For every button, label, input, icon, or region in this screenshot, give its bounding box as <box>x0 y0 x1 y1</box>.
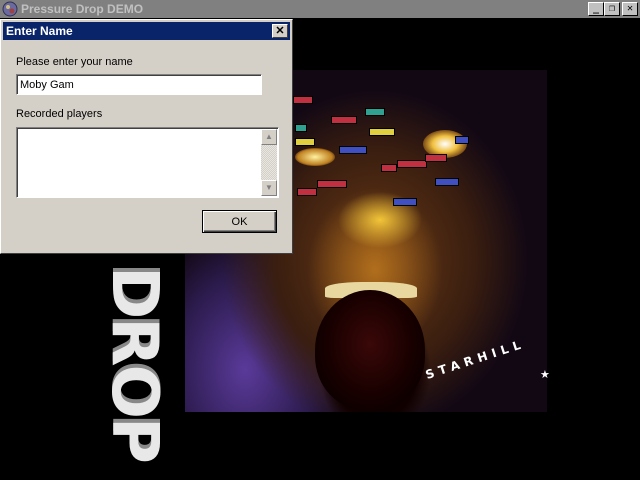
brick <box>393 198 417 206</box>
brick <box>397 160 427 168</box>
art-mouth <box>315 290 425 410</box>
scroll-up-button[interactable]: ▲ <box>261 129 277 145</box>
recorded-players-label: Recorded players <box>16 108 103 120</box>
close-window-button[interactable]: ✕ <box>622 2 638 16</box>
restore-icon: ❐ <box>608 3 616 14</box>
brick <box>339 146 367 154</box>
dialog-titlebar[interactable]: Enter Name ✕ <box>3 22 290 40</box>
close-icon: ✕ <box>626 3 634 14</box>
brick <box>331 116 357 124</box>
brick <box>317 180 347 188</box>
main-window-title: Pressure Drop DEMO <box>21 2 144 16</box>
brick <box>295 124 307 132</box>
brick <box>425 154 447 162</box>
brick <box>455 136 469 144</box>
players-scrollbar[interactable]: ▲ ▼ <box>261 129 277 196</box>
brick <box>295 138 315 146</box>
scroll-down-button[interactable]: ▼ <box>261 180 277 196</box>
enter-name-dialog: Enter Name ✕ Please enter your name Reco… <box>0 19 293 254</box>
vertical-title-text: E DROP <box>97 204 171 462</box>
brick <box>435 178 459 186</box>
brick <box>381 164 397 172</box>
art-left-eye <box>295 148 335 166</box>
arrow-down-icon: ▼ <box>265 183 273 192</box>
name-prompt-label: Please enter your name <box>16 56 133 68</box>
star-icon: ★ <box>540 369 550 381</box>
brick <box>293 96 313 104</box>
close-icon: ✕ <box>275 24 285 37</box>
minimize-button[interactable]: _ <box>588 2 604 16</box>
restore-button[interactable]: ❐ <box>604 2 620 16</box>
arrow-up-icon: ▲ <box>265 132 273 141</box>
game-app-icon[interactable] <box>2 1 18 17</box>
brick <box>297 188 317 196</box>
minimize-icon: _ <box>592 3 600 14</box>
name-input[interactable] <box>16 74 262 95</box>
dialog-close-button[interactable]: ✕ <box>272 24 288 38</box>
dialog-title: Enter Name <box>6 24 73 38</box>
ok-button[interactable]: OK <box>202 210 277 233</box>
window-controls: _ ❐ ✕ <box>588 2 638 16</box>
brick <box>365 108 385 116</box>
main-titlebar: Pressure Drop DEMO _ ❐ ✕ <box>0 0 640 18</box>
recorded-players-list[interactable]: ▲ ▼ <box>16 127 279 198</box>
brick <box>369 128 395 136</box>
